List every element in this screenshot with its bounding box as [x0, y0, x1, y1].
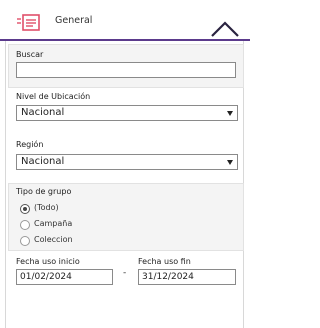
fecha-inicio-input[interactable] — [16, 269, 113, 285]
search-input[interactable] — [16, 62, 236, 78]
radio-checked-icon — [20, 204, 30, 214]
radio-label: Campaña — [34, 219, 73, 228]
caret-down-icon — [227, 160, 233, 165]
fecha-inicio-label: Fecha uso inicio — [16, 257, 80, 266]
region-selected: Nacional — [21, 156, 65, 167]
section-header: General — [0, 0, 250, 41]
ubicacion-select[interactable]: Nacional — [16, 105, 238, 121]
radio-unchecked-icon — [20, 236, 30, 246]
document-list-icon — [17, 14, 40, 31]
radio-label: (Todo) — [34, 203, 59, 212]
fecha-fin-label: Fecha uso fin — [138, 257, 191, 266]
caret-down-icon — [227, 111, 233, 116]
chevron-up-icon[interactable] — [210, 20, 240, 38]
radio-label: Coleccion — [34, 235, 73, 244]
fecha-fin-input[interactable] — [138, 269, 236, 285]
search-label: Buscar — [16, 50, 44, 59]
region-label: Región — [16, 140, 44, 149]
section-title: General — [55, 15, 93, 26]
date-separator: - — [123, 268, 127, 278]
radio-unchecked-icon — [20, 220, 30, 230]
ubicacion-label: Nivel de Ubicación — [16, 92, 91, 101]
tipo-grupo-label: Tipo de grupo — [16, 187, 72, 196]
ubicacion-selected: Nacional — [21, 107, 65, 118]
region-select[interactable]: Nacional — [16, 154, 238, 170]
